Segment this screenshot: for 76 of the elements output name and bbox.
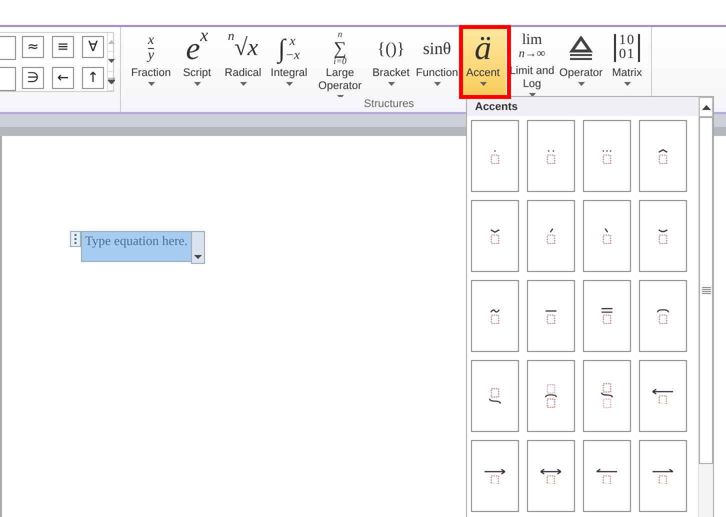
accent-template-icon (657, 228, 669, 244)
group-label: Structures (364, 98, 414, 110)
grip-icon (702, 287, 710, 294)
accent-template-icon (489, 388, 501, 404)
structure-button[interactable]: x y Fraction (128, 27, 174, 97)
grip-icon (74, 233, 77, 245)
caret-icon (480, 82, 486, 86)
equation-handle[interactable] (70, 231, 81, 247)
accent-template-icon (484, 468, 506, 484)
accent-template-icon (489, 148, 501, 164)
accent-option[interactable] (527, 200, 575, 272)
scrollbar-thumb[interactable] (699, 117, 713, 464)
symbol-button[interactable]: ↑ (82, 67, 104, 89)
accent-option[interactable] (527, 280, 575, 352)
caret-icon (194, 82, 200, 86)
accent-option[interactable] (583, 360, 631, 432)
accent-template-icon (601, 383, 613, 409)
caret-icon (286, 82, 292, 86)
accent-template-icon (489, 308, 501, 324)
symbol-button[interactable]: ∀ (82, 36, 104, 58)
accent-template-icon (657, 148, 669, 164)
structure-button[interactable]: sinθ Function (414, 27, 460, 97)
accent-option[interactable] (527, 120, 575, 192)
accent-option[interactable] (583, 200, 631, 272)
structure-button[interactable]: n ∑ i=0 Large Operator (312, 27, 368, 97)
accent-option[interactable] (471, 440, 519, 512)
accent-template-icon (601, 148, 613, 164)
accent-option[interactable] (471, 120, 519, 192)
caret-icon (336, 95, 344, 97)
accent-option[interactable] (583, 280, 631, 352)
expand-icon (108, 78, 115, 84)
accent-template-icon (601, 228, 613, 244)
accent-option[interactable] (471, 200, 519, 272)
equation-options-button[interactable] (190, 231, 205, 264)
accent-option[interactable] (583, 440, 631, 512)
accent-template-icon (657, 308, 669, 324)
accent-option[interactable] (639, 440, 687, 512)
accent-template-icon (652, 468, 674, 484)
accent-template-icon (489, 228, 501, 244)
accent-option[interactable] (527, 440, 575, 512)
down-arrow-icon (108, 59, 115, 64)
accent-template-icon (545, 148, 557, 164)
menu-title: Accents (475, 100, 518, 112)
accent-template-icon (545, 384, 557, 408)
accent-option[interactable] (639, 200, 687, 272)
caret-icon (240, 82, 246, 86)
caret-icon (148, 82, 154, 86)
symbol-button[interactable]: ≈ (22, 36, 44, 58)
accent-template-icon (545, 228, 557, 244)
accent-option[interactable] (583, 120, 631, 192)
accent-template-icon (540, 468, 562, 484)
scrollbar[interactable] (698, 97, 713, 517)
up-arrow-icon (108, 40, 115, 44)
scroll-up-button[interactable] (699, 97, 713, 117)
accent-template-icon (545, 308, 557, 324)
symbol-button[interactable]: ∋ (22, 67, 44, 89)
structure-button[interactable]: {()} Bracket (368, 27, 414, 97)
caret-icon (194, 255, 202, 259)
symbol-button[interactable]: ← (52, 67, 74, 89)
caret-icon (578, 82, 584, 86)
accent-template-icon (652, 388, 674, 404)
accent-option[interactable] (471, 280, 519, 352)
caret-icon (624, 82, 630, 86)
symbol-button[interactable]: ≡ (52, 36, 74, 58)
accent-option[interactable] (639, 280, 687, 352)
accent-option[interactable] (527, 360, 575, 432)
accent-template-icon (601, 308, 613, 324)
accent-option[interactable] (639, 120, 687, 192)
caret-icon (434, 82, 440, 86)
caret-icon (388, 82, 394, 86)
structure-button[interactable]: Operator (558, 27, 604, 97)
accent-option[interactable] (471, 360, 519, 432)
accent-template-icon (596, 468, 618, 484)
triangle-operator-icon (568, 36, 594, 60)
up-arrow-icon (702, 104, 710, 110)
accent-option[interactable] (639, 360, 687, 432)
